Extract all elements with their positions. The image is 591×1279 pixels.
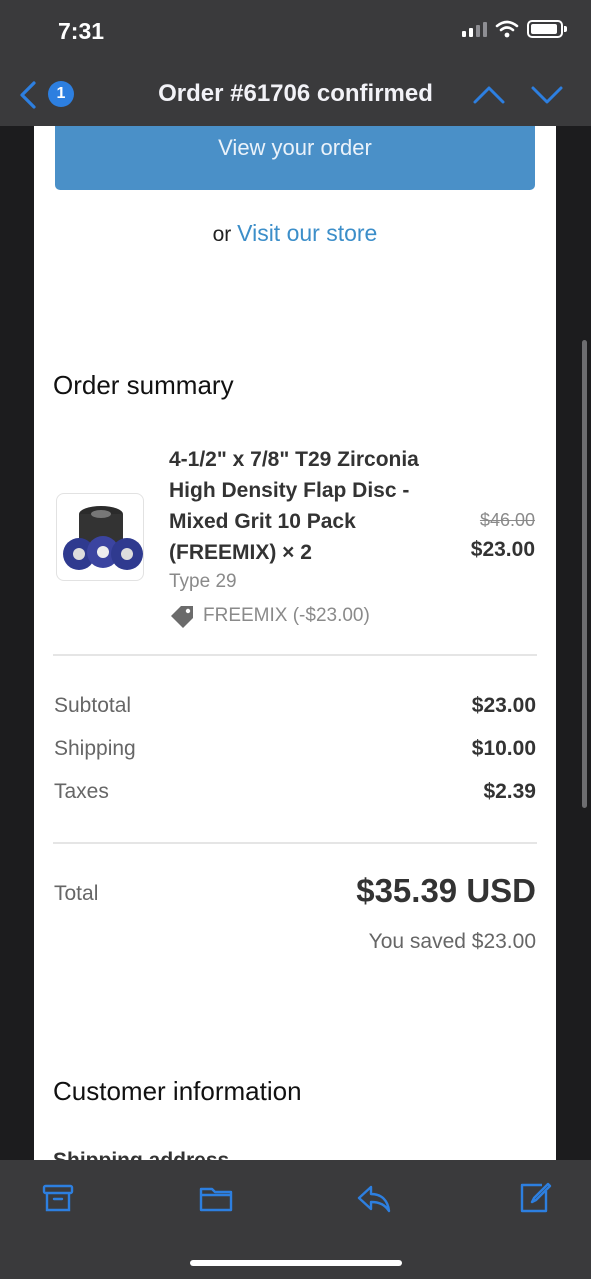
reply-icon[interactable] — [356, 1180, 392, 1216]
total-value: $35.39 USD — [356, 872, 536, 909]
visit-store-row: or Visit our store — [34, 220, 556, 247]
discount-text: FREEMIX (-$23.00) — [203, 605, 370, 626]
product-name: 4-1/2" x 7/8" T29 Zirconia High Density … — [169, 448, 419, 564]
taxes-label: Taxes — [54, 780, 109, 803]
shipping-label: Shipping — [54, 737, 136, 760]
product-image[interactable] — [56, 493, 144, 581]
top-bar: 7:31 1 Order #61706 confirmed — [0, 0, 591, 126]
wifi-icon — [495, 20, 519, 38]
chevron-down-icon[interactable] — [530, 82, 564, 108]
divider — [53, 842, 537, 844]
folder-icon[interactable] — [198, 1180, 234, 1216]
savings-text: You saved $23.00 — [368, 930, 536, 953]
status-indicators — [462, 20, 567, 38]
view-order-button[interactable]: View your order — [55, 126, 535, 190]
order-summary-title: Order summary — [53, 370, 234, 400]
discount-code: FREEMIX (-$23.00) — [169, 604, 370, 628]
tag-icon — [171, 606, 193, 628]
product-variant: Type 29 — [169, 571, 237, 592]
shipping-address-label: Shipping address — [53, 1149, 229, 1160]
or-text: or — [212, 223, 232, 246]
divider — [53, 654, 537, 656]
item-price: $23.00 — [470, 538, 535, 561]
subtotal-value: $23.00 — [471, 694, 536, 717]
taxes-value: $2.39 — [483, 780, 536, 803]
cellular-signal-icon — [462, 21, 487, 37]
visit-store-link[interactable]: Visit our store — [237, 220, 377, 246]
battery-icon — [527, 20, 567, 38]
scrollbar[interactable] — [582, 340, 587, 808]
shipping-value: $10.00 — [471, 737, 536, 760]
chevron-up-icon[interactable] — [472, 82, 506, 108]
status-time: 7:31 — [58, 18, 105, 44]
mail-nav-bar: 1 Order #61706 confirmed — [0, 66, 591, 126]
email-body[interactable]: View your order or Visit our store Order… — [34, 126, 556, 1160]
archive-icon[interactable] — [40, 1180, 76, 1216]
compose-icon[interactable] — [516, 1180, 552, 1216]
customer-info-title: Customer information — [53, 1076, 302, 1106]
subtotal-label: Subtotal — [54, 694, 132, 717]
total-label: Total — [54, 882, 99, 905]
home-indicator[interactable] — [190, 1260, 402, 1266]
original-price: $46.00 — [479, 510, 535, 530]
